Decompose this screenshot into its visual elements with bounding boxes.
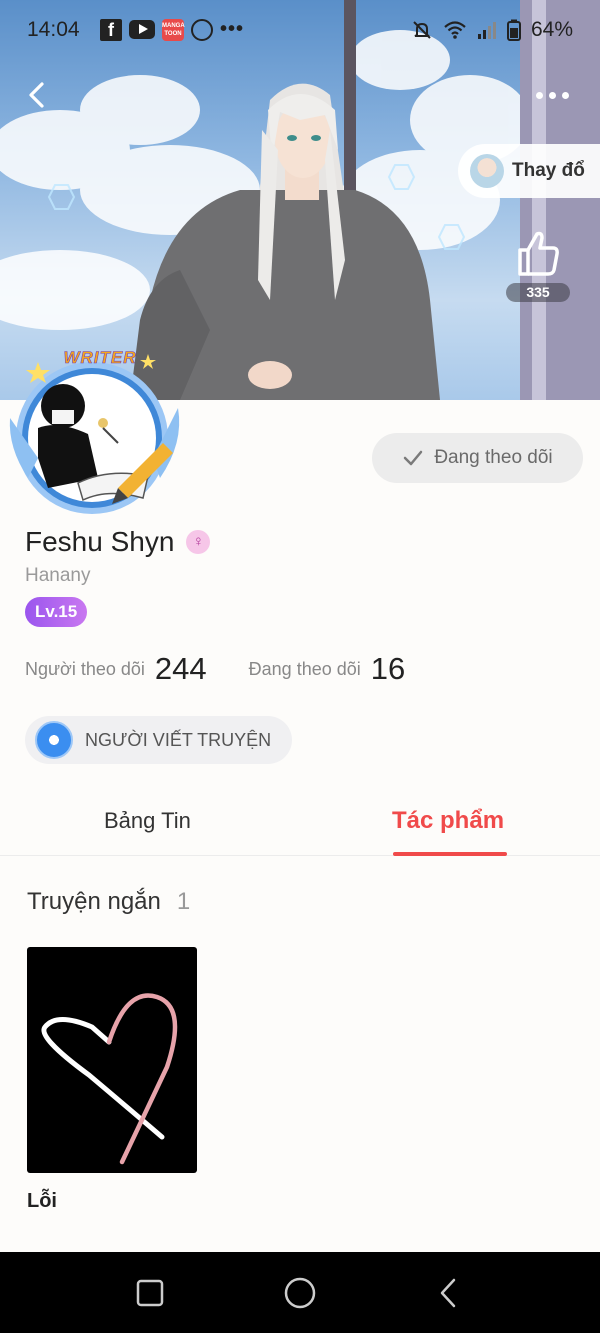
following-button[interactable]: Đang theo dõi [372, 433, 583, 483]
followers-stat[interactable]: Người theo dõi 244 [25, 651, 207, 687]
home-circle-icon [284, 1277, 316, 1309]
avatar-image [9, 354, 180, 514]
follow-stats: Người theo dõi 244 Đang theo dõi 16 [25, 648, 405, 690]
active-tab-indicator [393, 852, 507, 856]
change-background-button[interactable]: Thay đổ [458, 144, 600, 198]
background-thumbnail [470, 154, 504, 188]
tab-works[interactable]: Tác phẩm [392, 807, 504, 835]
section-count: 1 [176, 888, 191, 915]
following-button-label: Đang theo dõi [434, 447, 553, 468]
dot-icon [561, 91, 569, 99]
recent-apps-icon [136, 1279, 164, 1307]
battery-icon [506, 19, 521, 41]
mangatoon-icon: MANGA TOON [162, 18, 185, 41]
nav-back-button[interactable] [426, 1270, 472, 1316]
pen-nib-icon [35, 721, 73, 759]
system-navigation-bar [0, 1252, 600, 1333]
like-count: 335 [506, 283, 570, 302]
section-title: Truyện ngắn [27, 888, 161, 915]
dot-icon [535, 91, 543, 99]
nav-back-icon [440, 1278, 456, 1308]
system-icons: 64% [411, 18, 573, 42]
writer-role-label: NGƯỜI VIẾT TRUYỆN [85, 729, 272, 750]
followers-label: Người theo dõi [25, 658, 145, 679]
story-title[interactable]: Lỗi [27, 1190, 57, 1213]
profile-name-row: Feshu Shyn ♀ [25, 526, 211, 558]
change-background-label: Thay đổ [512, 160, 585, 181]
checkmark-icon [404, 450, 423, 466]
female-gender-icon: ♀ [186, 530, 211, 554]
home-button[interactable] [277, 1270, 323, 1316]
more-dots-icon: ••• [220, 18, 245, 40]
followers-count: 244 [154, 651, 207, 686]
recent-apps-button[interactable] [127, 1270, 173, 1316]
following-count: 16 [370, 651, 406, 686]
chevron-left-icon [29, 82, 44, 108]
following-label: Đang theo dõi [248, 658, 361, 679]
profile-banner: 14:04 f MANGA TOON ••• 64% Thay đổ 335 [0, 0, 600, 400]
notification-icons: f MANGA TOON ••• [100, 18, 244, 41]
mute-bell-icon [413, 21, 431, 39]
battery-percent: 64% [530, 18, 573, 41]
messenger-icon [191, 18, 213, 41]
following-stat[interactable]: Đang theo dõi 16 [249, 651, 406, 687]
short-stories-section: Truyện ngắn 1 [27, 888, 190, 916]
back-button[interactable] [22, 78, 56, 112]
youtube-icon [129, 20, 155, 39]
thumbs-up-icon [518, 231, 559, 276]
level-badge: Lv.15 [25, 597, 88, 627]
writer-badge: WRITER [63, 348, 137, 368]
tab-feed[interactable]: Bảng Tin [104, 808, 191, 834]
signal-icon [477, 22, 496, 39]
username: Hanany [25, 565, 91, 586]
status-bar: 14:04 f MANGA TOON ••• 64% [0, 0, 600, 62]
heart-cover-art [41, 993, 178, 1165]
more-options-button[interactable] [528, 80, 576, 110]
status-time: 14:04 [27, 18, 80, 41]
profile-tabs: Bảng Tin Tác phẩm [0, 790, 600, 856]
facebook-icon: f [100, 18, 122, 41]
profile-name: Feshu Shyn [25, 526, 175, 557]
writer-role-badge[interactable]: NGƯỜI VIẾT TRUYỆN [25, 716, 292, 764]
story-cover[interactable] [27, 947, 197, 1173]
avatar[interactable]: WRITER [8, 348, 184, 514]
wifi-icon [444, 21, 466, 39]
dot-icon [548, 91, 556, 99]
